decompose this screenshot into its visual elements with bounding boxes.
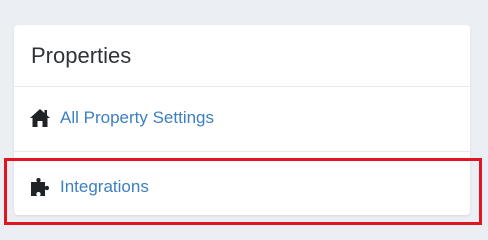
divider xyxy=(14,86,470,87)
panel-title: Properties xyxy=(31,43,132,68)
divider xyxy=(14,151,470,152)
puzzle-piece-icon xyxy=(28,175,52,199)
all-property-settings-link[interactable]: All Property Settings xyxy=(14,98,470,138)
integrations-label: Integrations xyxy=(60,177,149,196)
home-icon xyxy=(28,106,52,130)
properties-panel: Properties All Property Settings Integra… xyxy=(14,25,470,215)
all-property-settings-label: All Property Settings xyxy=(60,108,215,127)
integrations-link[interactable]: Integrations xyxy=(14,167,470,207)
